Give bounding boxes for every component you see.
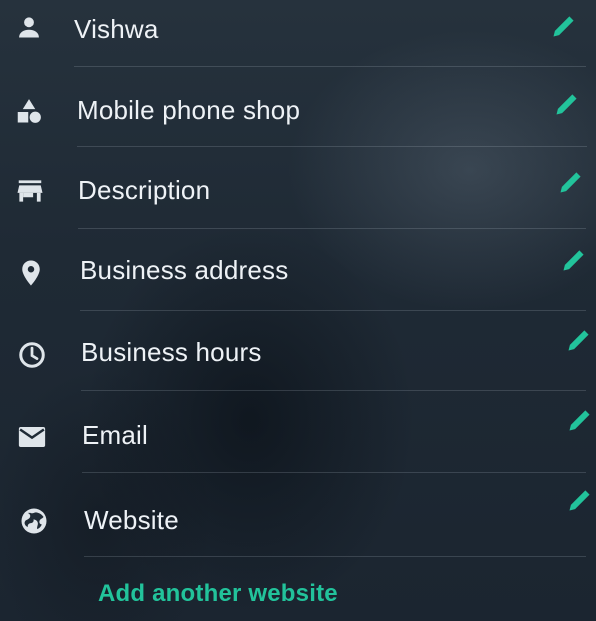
edit-pencil-icon[interactable] bbox=[560, 246, 588, 274]
email-icon bbox=[17, 422, 47, 452]
field-label-category: Mobile phone shop bbox=[77, 95, 301, 125]
store-icon bbox=[15, 176, 45, 206]
field-label-description: Description bbox=[78, 175, 211, 205]
edit-pencil-icon[interactable] bbox=[553, 90, 581, 118]
field-label-business-address: Business address bbox=[80, 255, 289, 285]
edit-pencil-icon[interactable] bbox=[550, 12, 578, 40]
divider bbox=[78, 228, 586, 229]
edit-pencil-icon[interactable] bbox=[565, 326, 593, 354]
edit-pencil-icon[interactable] bbox=[566, 486, 594, 514]
divider bbox=[82, 472, 586, 473]
business-profile-list: Vishwa Mobile phone shop Description Bus… bbox=[0, 0, 596, 621]
divider bbox=[80, 310, 586, 311]
edit-pencil-icon[interactable] bbox=[566, 406, 594, 434]
field-label-business-hours: Business hours bbox=[81, 337, 262, 367]
divider bbox=[81, 390, 586, 391]
add-another-website-link[interactable]: Add another website bbox=[98, 580, 338, 608]
clock-icon bbox=[17, 340, 47, 370]
field-row-business-address[interactable]: Business address bbox=[0, 240, 596, 320]
field-row-category[interactable]: Mobile phone shop bbox=[0, 80, 596, 160]
field-row-website[interactable]: Website bbox=[0, 480, 596, 560]
person-icon bbox=[14, 12, 44, 42]
divider bbox=[84, 556, 586, 557]
field-label-name: Vishwa bbox=[74, 14, 159, 44]
field-label-website: Website bbox=[84, 505, 179, 535]
category-icon bbox=[14, 96, 44, 126]
divider bbox=[77, 146, 587, 147]
field-row-email[interactable]: Email bbox=[0, 400, 596, 480]
field-row-name[interactable]: Vishwa bbox=[0, 0, 596, 80]
field-label-email: Email bbox=[82, 420, 149, 450]
divider bbox=[74, 66, 586, 67]
field-row-business-hours[interactable]: Business hours bbox=[0, 320, 596, 400]
location-pin-icon bbox=[16, 258, 46, 288]
globe-icon bbox=[19, 506, 49, 536]
edit-pencil-icon[interactable] bbox=[557, 168, 585, 196]
